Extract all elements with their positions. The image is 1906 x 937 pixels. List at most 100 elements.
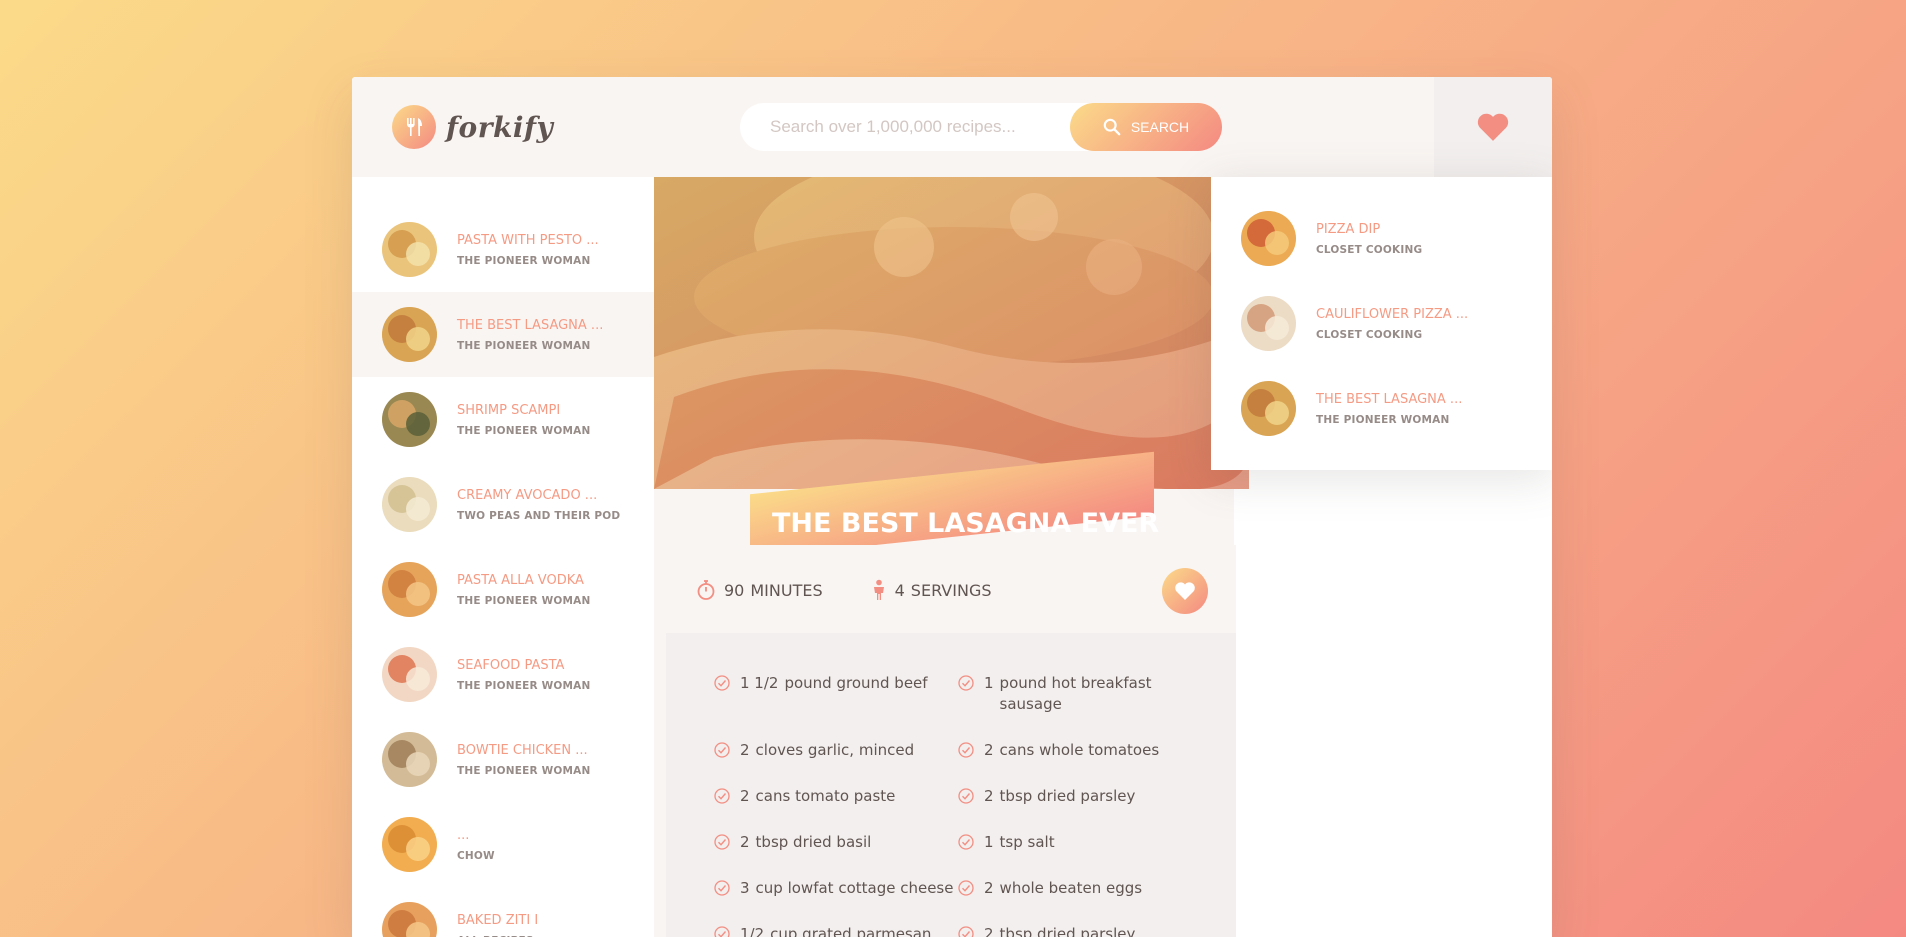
recipe-thumbnail <box>382 732 437 787</box>
ingredient-item: 2 tbsp dried parsley <box>958 786 1202 807</box>
result-title: Pasta with pesto ... <box>457 232 599 248</box>
result-text: Cauliflower Pizza ... Closet Cooking <box>1316 307 1468 341</box>
result-title: Bowtie Chicken ... <box>457 742 588 758</box>
liked-recipe-item[interactable]: Cauliflower Pizza ... Closet Cooking <box>1211 281 1552 366</box>
result-title: The Best Lasagna ... <box>1316 391 1463 407</box>
check-icon <box>714 675 730 691</box>
result-author: The Pioneer Woman <box>457 764 591 777</box>
ingredient-quantity: 1 1/2 <box>740 674 779 692</box>
recipe-thumbnail <box>382 392 437 447</box>
recipe-thumbnail <box>382 477 437 532</box>
result-title: Creamy Avocado ... <box>457 487 598 503</box>
result-item[interactable]: Pasta alla Vodka The Pioneer Woman <box>352 547 654 632</box>
ingredient-item: 2 cans tomato paste <box>714 786 958 807</box>
recipe-thumbnail <box>382 647 437 702</box>
search-input[interactable] <box>770 117 1070 137</box>
likes-toggle[interactable] <box>1434 77 1552 177</box>
check-icon <box>714 880 730 896</box>
result-author: The Pioneer Woman <box>457 339 591 352</box>
ingredient-text: cans tomato paste <box>755 787 896 805</box>
header: forkify Search <box>352 77 1552 177</box>
ingredient-item: 1 tsp salt <box>958 832 1202 853</box>
result-text: Pasta alla Vodka The Pioneer Woman <box>457 573 590 607</box>
stopwatch-icon <box>697 580 715 600</box>
check-icon <box>958 742 974 758</box>
result-title: Shrimp Scampi <box>457 402 561 418</box>
ingredient-quantity: 3 <box>740 879 750 897</box>
search-form: Search <box>740 103 1222 151</box>
result-author: The Pioneer Woman <box>457 424 591 437</box>
ingredient-text: cans whole tomatoes <box>999 741 1160 759</box>
ingredient-text: whole beaten eggs <box>999 879 1143 897</box>
result-item[interactable]: Creamy Avocado ... Two Peas and Their Pod <box>352 462 654 547</box>
recipe-image <box>654 177 1249 489</box>
check-icon <box>958 880 974 896</box>
result-author: The Pioneer Woman <box>457 679 591 692</box>
check-icon <box>714 788 730 804</box>
check-icon <box>958 788 974 804</box>
ingredient-text: tbsp dried parsley <box>999 925 1136 937</box>
like-recipe-button[interactable] <box>1162 568 1208 614</box>
result-author: The Pioneer Woman <box>1316 413 1450 426</box>
recipe-servings: 4 servings <box>871 579 992 601</box>
ingredient-item: 2 cloves garlic, minced <box>714 740 958 761</box>
ingredient-text: cup lowfat cottage cheese <box>755 879 954 897</box>
ingredient-quantity: 2 <box>984 879 994 897</box>
check-icon <box>958 926 974 937</box>
result-item[interactable]: Shrimp Scampi The Pioneer Woman <box>352 377 654 462</box>
ingredient-quantity: 2 <box>984 787 994 805</box>
ingredient-quantity: 2 <box>740 833 750 851</box>
fork-knife-icon <box>392 105 436 149</box>
result-author: Chow <box>457 849 495 862</box>
result-text: The Best Lasagna ... The Pioneer Woman <box>457 318 603 352</box>
check-icon <box>958 675 974 691</box>
result-author: Closet Cooking <box>1316 328 1423 341</box>
recipe-details: 90 minutes 4 servings <box>666 545 1236 635</box>
result-item[interactable]: Pasta with pesto ... The Pioneer Woman <box>352 207 654 292</box>
app-container: forkify Search Pasta with pesto ... The P… <box>352 77 1552 937</box>
ingredient-list: 1 1/2 pound ground beef 1 pound hot breakfa… <box>714 673 1236 937</box>
result-item[interactable]: ... Chow <box>352 802 654 887</box>
ingredient-item: 1 pound hot breakfast sausage <box>958 673 1202 715</box>
ingredient-text: tsp salt <box>999 833 1055 851</box>
check-icon <box>714 742 730 758</box>
result-title: Seafood Pasta <box>457 657 565 673</box>
ingredient-item: 2 tbsp dried basil <box>714 832 958 853</box>
logo[interactable]: forkify <box>392 105 553 149</box>
result-text: Pasta with pesto ... The Pioneer Woman <box>457 233 599 267</box>
person-icon <box>873 579 884 600</box>
result-text: Pizza Dip Closet Cooking <box>1316 222 1422 256</box>
recipe-thumbnail <box>382 222 437 277</box>
result-title: Baked Ziti I <box>457 912 539 928</box>
recipe-servings-value: 4 <box>894 580 905 600</box>
ingredient-quantity: 2 <box>740 741 750 759</box>
search-button[interactable]: Search <box>1070 103 1222 151</box>
recipe-duration-value: 90 <box>724 580 745 600</box>
ingredient-text: pound hot breakfast sausage <box>999 674 1152 713</box>
ingredient-text: tbsp dried basil <box>755 833 872 851</box>
ingredient-quantity: 2 <box>984 925 994 937</box>
liked-recipe-item[interactable]: Pizza Dip Closet Cooking <box>1211 196 1552 281</box>
result-item[interactable]: Bowtie Chicken ... The Pioneer Woman <box>352 717 654 802</box>
result-item[interactable]: The Best Lasagna ... The Pioneer Woman <box>352 292 654 377</box>
result-title: Pasta alla Vodka <box>457 572 584 588</box>
logo-text: forkify <box>446 110 554 144</box>
ingredients-section: 1 1/2 pound ground beef 1 pound hot breakfa… <box>666 633 1236 937</box>
ingredient-item: 2 cans whole tomatoes <box>958 740 1202 761</box>
ingredient-item: 2 tbsp dried parsley <box>958 924 1202 937</box>
liked-recipe-item[interactable]: The Best Lasagna ... The Pioneer Woman <box>1211 366 1552 451</box>
ingredient-quantity: 1 <box>984 833 994 851</box>
result-text: Creamy Avocado ... Two Peas and Their Pod <box>457 488 620 522</box>
result-text: Seafood Pasta The Pioneer Woman <box>457 658 590 692</box>
result-title: The Best Lasagna ... <box>457 317 604 333</box>
recipe-thumbnail <box>382 817 437 872</box>
check-icon <box>714 926 730 937</box>
ingredient-item: 1/2 cup grated parmesan <box>714 924 958 937</box>
recipe-thumbnail <box>382 902 437 937</box>
ingredient-text: pound ground beef <box>784 674 928 692</box>
search-button-label: Search <box>1130 119 1190 135</box>
result-item[interactable]: Seafood Pasta The Pioneer Woman <box>352 632 654 717</box>
recipe-thumbnail <box>1241 211 1296 266</box>
recipe-thumbnail <box>1241 296 1296 351</box>
result-item[interactable]: Baked Ziti IAll Recipes <box>352 887 654 937</box>
